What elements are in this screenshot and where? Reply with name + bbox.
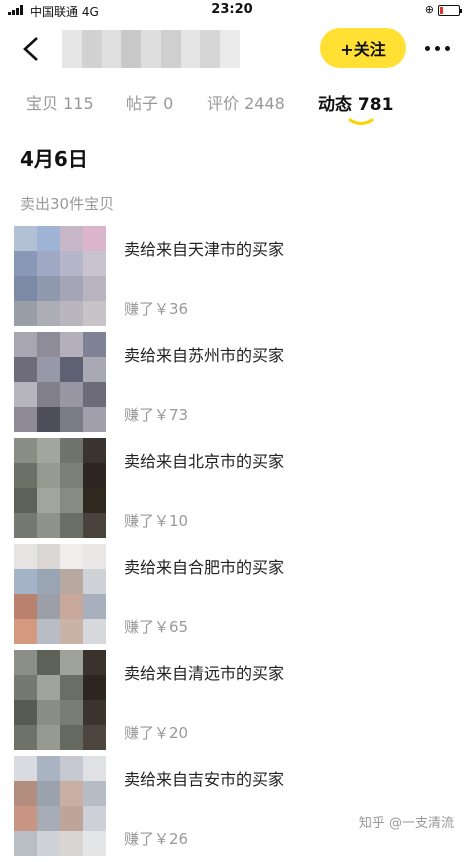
product-thumbnail xyxy=(14,438,106,538)
active-tab-indicator xyxy=(348,118,374,125)
status-bar: 中国联通 4G 23:20 ⊕ xyxy=(0,0,464,20)
earnings: 赚了￥10 xyxy=(124,512,189,530)
product-thumbnail xyxy=(14,226,106,326)
earnings: 赚了￥20 xyxy=(124,724,189,742)
shop-name-pixelated xyxy=(62,30,241,68)
watermark: 知乎 @一支清流 xyxy=(358,816,454,831)
product-thumbnail xyxy=(14,332,106,432)
tab-activity[interactable]: 动态 781 xyxy=(318,90,393,115)
sale-description: 卖给来自合肥市的买家 xyxy=(124,558,285,577)
follow-button[interactable]: +关注 xyxy=(320,28,406,68)
list-item[interactable]: 卖给来自合肥市的买家 赚了￥65 xyxy=(0,544,464,650)
feed-date: 4月6日 xyxy=(20,147,88,171)
sale-description: 卖给来自苏州市的买家 xyxy=(124,346,285,365)
earnings: 赚了￥26 xyxy=(124,830,189,848)
feed-subtitle: 卖出30件宝贝 xyxy=(20,195,115,213)
chevron-left-icon xyxy=(23,37,38,61)
earnings: 赚了￥36 xyxy=(124,300,189,318)
tab-posts[interactable]: 帖子 0 xyxy=(126,90,173,114)
earnings: 赚了￥73 xyxy=(124,406,189,424)
list-item[interactable]: 卖给来自吉安市的买家 赚了￥26 xyxy=(0,756,464,862)
product-thumbnail xyxy=(14,544,106,644)
orientation-lock-icon: ⊕ xyxy=(424,3,434,16)
product-thumbnail xyxy=(14,756,106,856)
list-item[interactable]: 卖给来自清远市的买家 赚了￥20 xyxy=(0,650,464,756)
product-thumbnail xyxy=(14,650,106,750)
list-item[interactable]: 卖给来自苏州市的买家 赚了￥73 xyxy=(0,332,464,438)
tab-reviews[interactable]: 评价 2448 xyxy=(207,90,285,114)
profile-tabs: 宝贝 115 帖子 0 评价 2448 动态 781 xyxy=(0,90,464,130)
status-time: 23:20 xyxy=(211,2,253,17)
battery-icon xyxy=(438,5,462,16)
list-item[interactable]: 卖给来自北京市的买家 赚了￥10 xyxy=(0,438,464,544)
earnings: 赚了￥65 xyxy=(124,618,189,636)
sale-description: 卖给来自天津市的买家 xyxy=(124,240,285,259)
sale-description: 卖给来自清远市的买家 xyxy=(124,664,285,683)
tab-items[interactable]: 宝贝 115 xyxy=(26,90,94,114)
more-options-icon[interactable] xyxy=(425,38,455,58)
sale-description: 卖给来自北京市的买家 xyxy=(124,452,285,471)
sale-description: 卖给来自吉安市的买家 xyxy=(124,770,285,789)
back-button[interactable] xyxy=(22,36,40,67)
list-item[interactable]: 卖给来自天津市的买家 赚了￥36 xyxy=(0,226,464,332)
